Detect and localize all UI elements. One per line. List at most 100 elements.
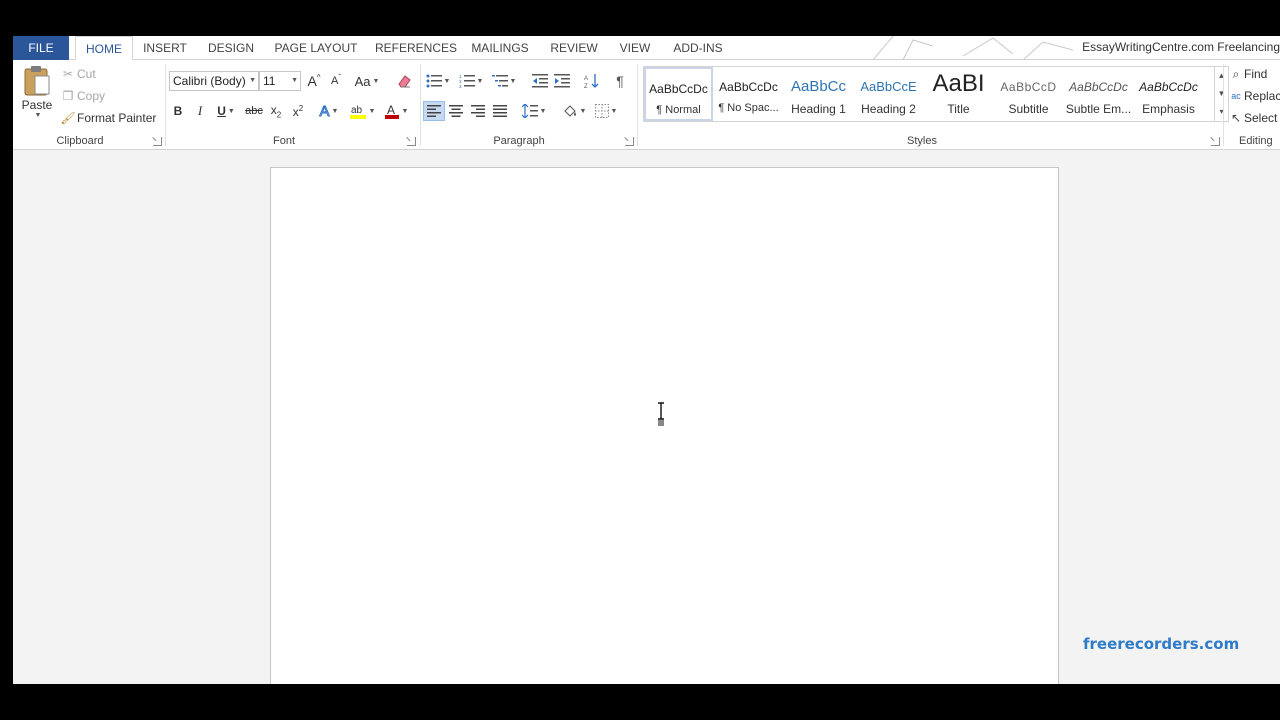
tab-page-layout[interactable]: PAGE LAYOUT <box>271 36 361 60</box>
scroll-down-icon[interactable]: ▼ <box>1215 85 1228 103</box>
borders-button[interactable]: ▼ <box>591 101 621 121</box>
replace-icon: ac <box>1231 91 1241 101</box>
account-name[interactable]: EssayWritingCentre.com Freelancing <box>1082 36 1280 60</box>
increase-indent-button[interactable] <box>551 71 573 91</box>
change-case-icon: Aa <box>354 73 371 89</box>
styles-gallery: AaBbCcDc ¶ Normal AaBbCcDc ¶ No Spac... … <box>643 66 1215 122</box>
tab-review[interactable]: REVIEW <box>549 36 599 60</box>
clipboard-dialog-launcher-icon[interactable] <box>153 137 162 146</box>
styles-dialog-launcher-icon[interactable] <box>1211 137 1220 146</box>
show-formatting-marks-button[interactable]: ¶ <box>609 71 631 91</box>
line-spacing-button[interactable]: ▼ <box>519 101 549 121</box>
style-subtitle[interactable]: AaBbCcD Subtitle <box>994 67 1063 121</box>
change-case-button[interactable]: Aa ▼ <box>351 71 383 91</box>
underline-icon: U <box>217 104 226 118</box>
superscript-button[interactable]: x2 <box>287 101 309 121</box>
chevron-down-icon: ▼ <box>249 77 256 84</box>
copy-button[interactable]: ❐ Copy <box>59 88 105 104</box>
paste-dropdown-icon[interactable]: ▼ <box>35 112 42 119</box>
align-center-button[interactable] <box>445 101 467 121</box>
bold-button[interactable]: B <box>167 101 189 121</box>
svg-text:3: 3 <box>459 84 462 88</box>
subscript-button[interactable]: x2 <box>265 101 287 121</box>
document-page[interactable] <box>270 167 1059 684</box>
multilevel-list-button[interactable]: ▼ <box>489 71 519 91</box>
paragraph-group-label: Paragraph <box>493 135 545 147</box>
style-label: Heading 2 <box>861 102 916 116</box>
style-label: Subtle Em... <box>1065 102 1132 116</box>
clear-formatting-button[interactable] <box>393 71 415 91</box>
chevron-down-icon: ▼ <box>291 77 298 84</box>
sort-button[interactable]: A Z <box>581 71 603 91</box>
font-group-label: Font <box>272 135 295 147</box>
scissors-icon: ✂ <box>62 67 74 81</box>
group-divider <box>165 64 166 146</box>
shrink-font-button[interactable]: Aˇ <box>325 71 347 91</box>
scroll-up-icon[interactable]: ▲ <box>1215 67 1228 85</box>
decrease-indent-button[interactable] <box>529 71 551 91</box>
highlighter-icon: ab <box>349 105 366 119</box>
chevron-down-icon: ▼ <box>539 107 547 115</box>
chevron-down-icon: ▼ <box>227 107 235 115</box>
style-label: Emphasis <box>1142 102 1195 116</box>
numbering-button[interactable]: 1 2 3 ▼ <box>456 71 486 91</box>
paste-button[interactable]: Paste ▼ <box>19 64 55 130</box>
down-arrow-icon: ˇ <box>338 72 341 82</box>
more-styles-icon[interactable]: ▾ <box>1215 103 1228 121</box>
shading-button[interactable]: ▼ <box>559 101 589 121</box>
decrease-indent-icon <box>532 74 548 88</box>
style-normal[interactable]: AaBbCcDc ¶ Normal <box>644 67 713 121</box>
style-sample: AaBbCcD <box>1000 80 1057 94</box>
font-color-button[interactable]: A ▼ <box>381 101 411 121</box>
tab-home[interactable]: HOME <box>75 36 133 61</box>
tab-view[interactable]: VIEW <box>616 36 654 60</box>
chevron-down-icon: ▼ <box>443 77 451 85</box>
style-label: ¶ No Spac... <box>718 102 779 114</box>
cut-button[interactable]: ✂ Cut <box>59 66 96 82</box>
group-divider <box>1223 64 1224 146</box>
tab-insert[interactable]: INSERT <box>139 36 191 60</box>
text-effects-button[interactable]: A ▼ <box>315 101 343 121</box>
style-heading-2[interactable]: AaBbCcE Heading 2 <box>854 67 923 121</box>
align-right-button[interactable] <box>467 101 489 121</box>
style-sample: AaBbCc <box>790 78 847 95</box>
style-emphasis[interactable]: AaBbCcDc Emphasis <box>1134 67 1203 121</box>
tab-design[interactable]: DESIGN <box>203 36 259 60</box>
tab-references[interactable]: REFERENCES <box>375 36 457 60</box>
chevron-down-icon: ▼ <box>401 107 409 115</box>
replace-button[interactable]: ac Replace <box>1228 88 1280 104</box>
font-size-select[interactable]: 11 ▼ <box>259 71 301 91</box>
svg-text:ab: ab <box>351 105 363 116</box>
paragraph-dialog-launcher-icon[interactable] <box>625 137 634 146</box>
justify-button[interactable] <box>489 101 511 121</box>
font-name-select[interactable]: Calibri (Body) ▼ <box>169 71 259 91</box>
select-button[interactable]: ↖ Select <box>1228 110 1277 126</box>
underline-button[interactable]: U ▼ <box>211 101 241 121</box>
chevron-down-icon: ▼ <box>610 107 618 115</box>
grow-font-button[interactable]: A ^ <box>303 71 325 91</box>
tab-add-ins[interactable]: ADD-INS <box>671 36 725 60</box>
tab-file[interactable]: FILE <box>13 36 69 60</box>
tab-mailings[interactable]: MAILINGS <box>468 36 532 60</box>
align-left-button[interactable] <box>423 101 445 121</box>
bold-icon: B <box>173 104 183 118</box>
italic-button[interactable]: I <box>189 101 211 121</box>
group-divider <box>420 64 421 146</box>
bullets-button[interactable]: ▼ <box>423 71 453 91</box>
style-no-spacing[interactable]: AaBbCcDc ¶ No Spac... <box>714 67 783 121</box>
bullet-list-icon <box>426 74 442 88</box>
highlight-color-button[interactable]: ab ▼ <box>347 101 377 121</box>
chevron-down-icon: ▼ <box>372 77 380 85</box>
font-dialog-launcher-icon[interactable] <box>407 137 416 146</box>
style-title[interactable]: AaBI Title <box>924 67 993 121</box>
clipboard-group-label: Clipboard <box>56 135 104 147</box>
ribbon-background-art-icon <box>872 36 1074 60</box>
style-subtle-emphasis[interactable]: AaBbCcDc Subtle Em... <box>1064 67 1133 121</box>
borders-icon <box>594 104 609 118</box>
find-button[interactable]: ⌕ Find <box>1228 66 1268 82</box>
paintbrush-icon: 🖌 <box>60 111 76 125</box>
strikethrough-button[interactable]: abc <box>243 101 265 121</box>
style-heading-1[interactable]: AaBbCc Heading 1 <box>784 67 853 121</box>
format-painter-button[interactable]: 🖌 Format Painter <box>59 110 156 126</box>
editing-group-label: Editing <box>1239 135 1273 147</box>
